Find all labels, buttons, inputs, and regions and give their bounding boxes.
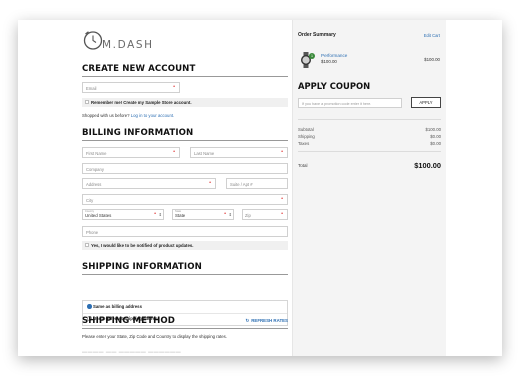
shipping-value: $0.00: [430, 134, 441, 139]
product-line-total: $100.00: [424, 57, 440, 62]
last-name-field[interactable]: Last Name •: [190, 147, 288, 158]
divider: [82, 328, 288, 329]
address-field[interactable]: Address •: [82, 178, 216, 189]
total-row: Total $100.00: [298, 161, 441, 170]
refresh-rates-button[interactable]: ↻ REFRESH RATES: [246, 318, 288, 324]
phone-placeholder: Phone: [86, 230, 99, 235]
first-name-field[interactable]: First Name •: [82, 147, 180, 158]
city-field[interactable]: City •: [82, 194, 288, 205]
required-marker: •: [209, 180, 211, 186]
chevron-down-icon: ⇕: [158, 212, 162, 217]
apply-coupon-button[interactable]: APPLY: [411, 97, 441, 108]
phone-field[interactable]: Phone: [82, 226, 288, 237]
coupon-placeholder: If you have a promotion code enter it he…: [302, 102, 372, 106]
city-placeholder: City: [86, 198, 94, 203]
product-price: $100.00: [321, 59, 337, 64]
zip-field[interactable]: Zip •: [242, 209, 288, 220]
required-marker: •: [281, 211, 283, 217]
shopped-before-text: Shopped with us before?: [82, 113, 130, 118]
address-placeholder: Address: [86, 182, 102, 187]
required-marker: •: [173, 149, 175, 155]
subtotal-row: Subtotal $100.00: [298, 127, 441, 132]
edit-cart-link[interactable]: Edit Cart: [424, 33, 440, 38]
login-prompt: Shopped with us before? Log in to your a…: [82, 113, 174, 118]
quantity-badge: 1: [309, 53, 315, 59]
required-marker: •: [224, 211, 226, 217]
country-value: United States: [85, 213, 112, 218]
email-placeholder: Email: [86, 86, 97, 91]
country-select[interactable]: Country United States • ⇕: [82, 209, 164, 220]
taxes-label: Taxes: [298, 141, 310, 146]
required-marker: •: [281, 196, 283, 202]
divider: [83, 313, 287, 314]
chevron-down-icon: ⇕: [228, 212, 232, 217]
same-as-billing-radio[interactable]: [87, 304, 92, 309]
suite-placeholder: Suite / Apt #: [230, 182, 253, 187]
notify-label: Yes, I would like to be notified of prod…: [91, 243, 194, 248]
suite-field[interactable]: Suite / Apt #: [226, 178, 288, 189]
divider: [298, 119, 441, 120]
required-marker: •: [173, 84, 175, 90]
remember-label: Remember me! Create my Sample Store acco…: [91, 100, 192, 105]
taxes-row: Taxes $0.00: [298, 141, 441, 146]
first-name-placeholder: First Name: [86, 151, 107, 156]
checkout-form-column: M.DASH CREATE NEW ACCOUNT Email • Rememb…: [82, 20, 288, 356]
zip-placeholder: Zip: [245, 213, 251, 218]
shipping-label: Shipping: [298, 134, 315, 139]
taxes-value: $0.00: [430, 141, 441, 146]
logo-text: M.DASH: [102, 39, 154, 51]
required-marker: •: [154, 211, 156, 217]
shipping-info-heading: SHIPPING INFORMATION: [82, 262, 288, 275]
required-marker: •: [281, 149, 283, 155]
remember-me-row[interactable]: Remember me! Create my Sample Store acco…: [82, 98, 288, 107]
last-name-placeholder: Last Name: [194, 151, 215, 156]
state-select[interactable]: State State • ⇕: [172, 209, 234, 220]
apply-coupon-heading: APPLY COUPON: [298, 81, 371, 91]
subtotal-value: $100.00: [425, 127, 441, 132]
create-account-heading: CREATE NEW ACCOUNT: [82, 64, 288, 77]
total-value: $100.00: [414, 161, 441, 170]
brand-logo[interactable]: M.DASH: [82, 29, 162, 51]
company-placeholder: Company: [86, 167, 104, 172]
order-summary-panel: Order Summary Edit Cart 1 Performance $1…: [292, 20, 446, 356]
product-name-link[interactable]: Performance: [321, 53, 347, 58]
total-label: Total: [298, 163, 308, 168]
login-link[interactable]: Log in to your account.: [131, 113, 174, 118]
state-value: State: [175, 213, 186, 218]
coupon-code-input[interactable]: If you have a promotion code enter it he…: [298, 98, 402, 108]
faded-section-placeholder: ▬▬▬▬ ▬▬ ▬▬▬▬▬ ▬▬▬▬▬▬: [82, 349, 182, 355]
notify-checkbox[interactable]: [85, 243, 89, 247]
shipping-rates-note: Please enter your State, Zip Code and Co…: [82, 334, 227, 339]
email-field[interactable]: Email •: [82, 82, 180, 93]
clock-logo-icon: [83, 31, 103, 50]
company-field[interactable]: Company: [82, 163, 288, 174]
refresh-icon: ↻: [245, 318, 250, 323]
same-as-billing-option[interactable]: Same as billing address: [87, 304, 142, 309]
divider: [298, 151, 441, 152]
order-summary-title: Order Summary: [298, 32, 336, 38]
refresh-rates-label: REFRESH RATES: [251, 318, 288, 323]
remember-checkbox[interactable]: [85, 100, 89, 104]
shipping-row: Shipping $0.00: [298, 134, 441, 139]
subtotal-label: Subtotal: [298, 127, 314, 132]
same-as-billing-label: Same as billing address: [93, 304, 142, 309]
notify-row[interactable]: Yes, I would like to be notified of prod…: [82, 241, 288, 250]
billing-heading: BILLING INFORMATION: [82, 128, 288, 141]
